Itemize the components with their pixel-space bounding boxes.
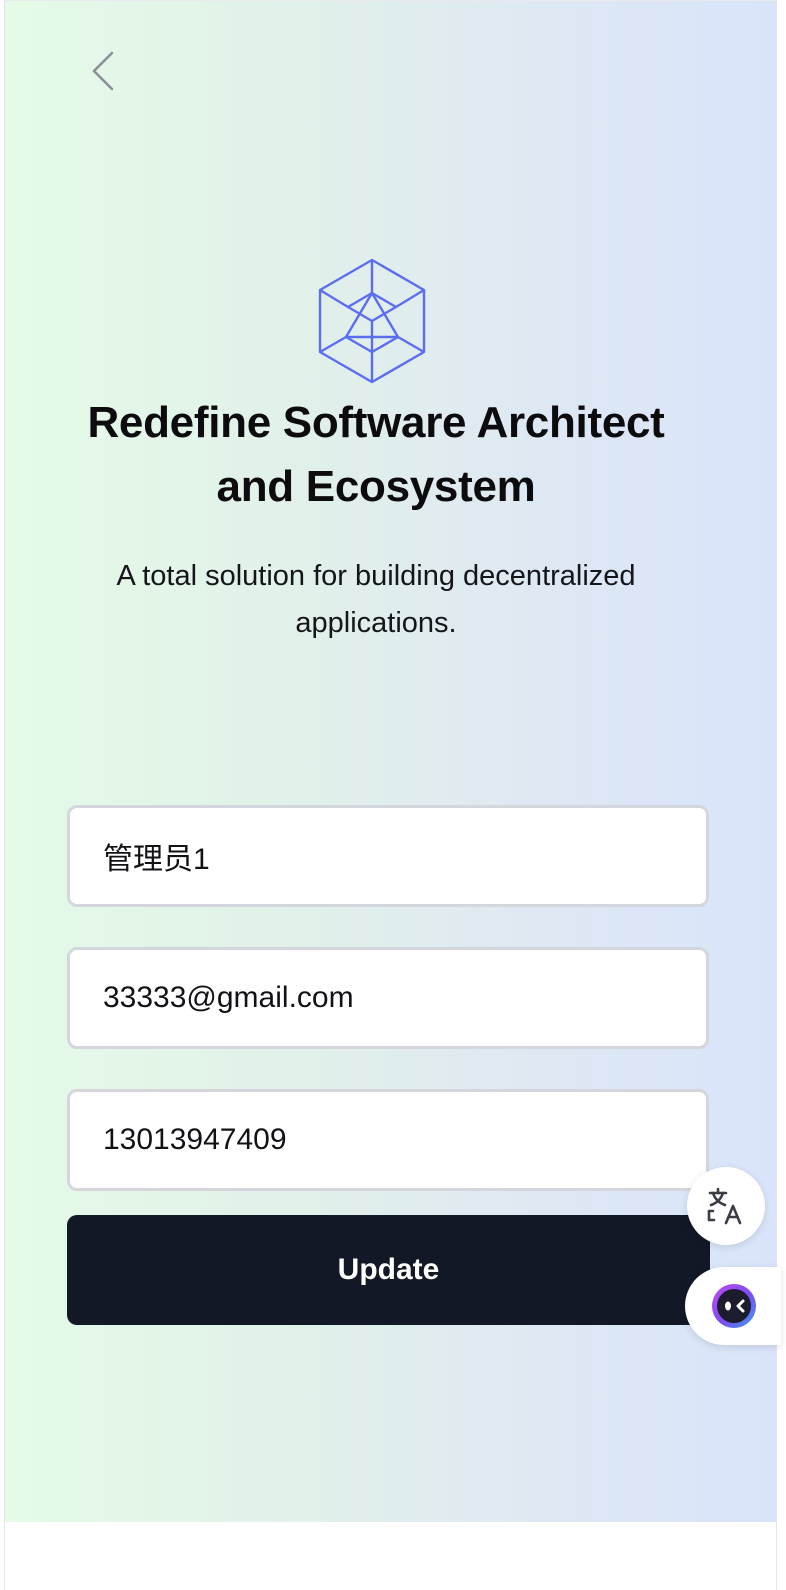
translate-button[interactable] xyxy=(687,1167,765,1245)
update-button[interactable]: Update xyxy=(67,1215,710,1325)
page-subtitle: A total solution for building decentrali… xyxy=(65,553,687,647)
chevron-left-icon xyxy=(92,51,114,91)
phone-field[interactable] xyxy=(67,1089,709,1191)
page-title-line-1: Redefine Software Architect xyxy=(87,398,665,447)
hexagon-cube-icon xyxy=(318,258,426,384)
name-field[interactable] xyxy=(67,805,709,907)
back-button[interactable] xyxy=(83,47,123,95)
frame-edge-right xyxy=(776,0,786,1590)
assistant-button[interactable] xyxy=(685,1267,781,1345)
page-title: Redefine Software Architect and Ecosyste… xyxy=(5,391,747,519)
page-title-line-2: and Ecosystem xyxy=(216,462,536,511)
assistant-face-icon xyxy=(712,1284,756,1328)
page-subtitle-line-1: A total solution for building decentrali… xyxy=(116,560,636,592)
email-field[interactable] xyxy=(67,947,709,1049)
translate-icon xyxy=(707,1187,742,1225)
page-container: Redefine Software Architect and Ecosyste… xyxy=(5,0,781,1522)
page-subtitle-line-2: applications. xyxy=(295,607,457,639)
